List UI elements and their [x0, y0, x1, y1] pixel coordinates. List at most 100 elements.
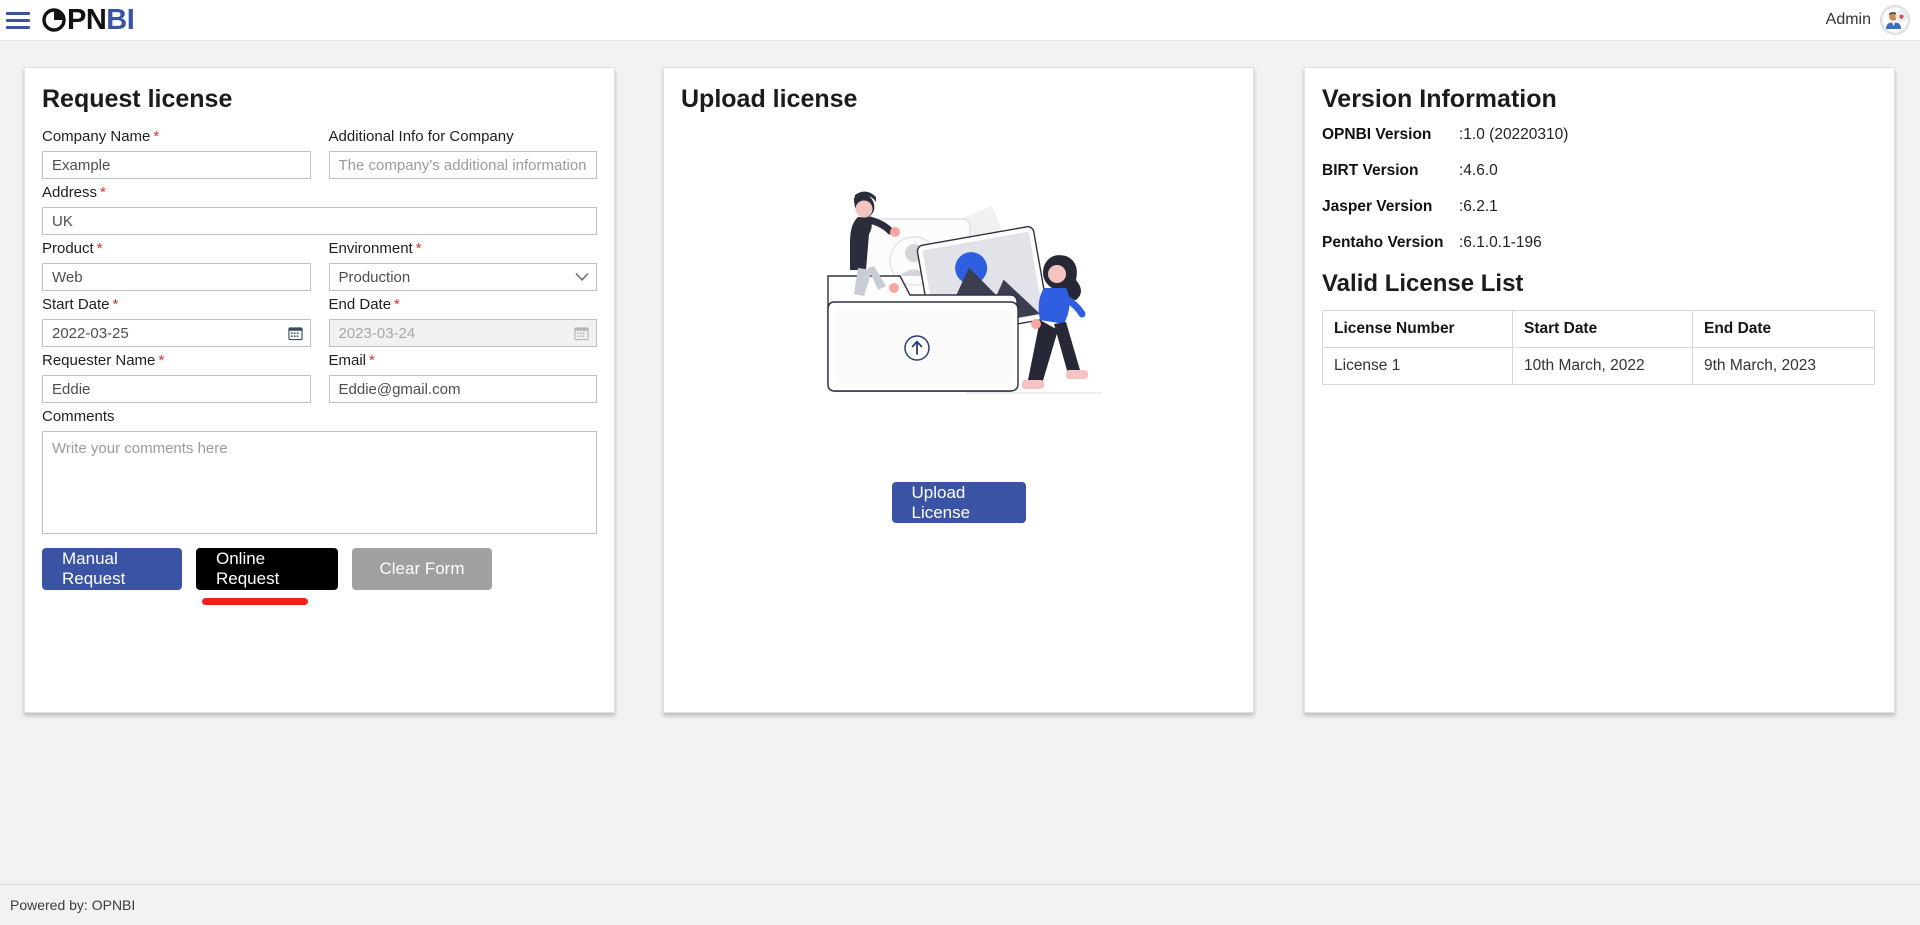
- version-key: Pentaho Version: [1322, 234, 1444, 251]
- hamburger-menu-icon[interactable]: [6, 9, 32, 31]
- field-email: Email * Eddie@gmail.com: [328, 352, 597, 403]
- version-row-jasper: Jasper Version :6.2.1: [1322, 198, 1894, 216]
- file-upload-illustration: [814, 184, 1104, 404]
- hamburger-line: [6, 11, 30, 15]
- top-app-bar: PN BI Admin: [0, 0, 1920, 41]
- required-marker: *: [394, 296, 400, 313]
- form-row-comments: Comments Write your comments here: [42, 408, 597, 534]
- brand-text-dark: PN: [67, 3, 107, 36]
- form-row-dates: Start Date * 2022-03-25 End Date * 2023-…: [42, 296, 597, 347]
- required-marker: *: [153, 128, 160, 145]
- user-menu[interactable]: Admin: [1826, 5, 1910, 35]
- table-row: License 1 10th March, 2022 9th March, 20…: [1322, 347, 1875, 385]
- label-end-date: End Date *: [328, 296, 400, 313]
- hamburger-line: [6, 18, 30, 22]
- input-wrap-environment: Production: [328, 263, 597, 291]
- email-input[interactable]: Eddie@gmail.com: [328, 375, 597, 403]
- upload-license-button[interactable]: Upload License: [891, 482, 1026, 523]
- page-footer: Powered by: OPNBI: [0, 884, 1920, 925]
- form-row-company: Company Name * Example Additional Info fo…: [42, 128, 597, 179]
- input-wrap-end-date: 2023-03-24: [328, 319, 597, 347]
- input-wrap-company-name: Example: [42, 151, 311, 179]
- field-requester-name: Requester Name * Eddie: [42, 352, 311, 403]
- column-header-end-date: End Date: [1692, 310, 1875, 348]
- field-company-name: Company Name * Example: [42, 128, 311, 179]
- valid-license-list-title: Valid License List: [1322, 270, 1524, 297]
- version-row-pentaho: Pentaho Version :6.1.0.1-196: [1322, 234, 1894, 252]
- field-environment: Environment * Production: [328, 240, 597, 291]
- input-wrap-additional-info: The company's additional information: [328, 151, 597, 179]
- end-date-input: 2023-03-24: [328, 319, 597, 347]
- field-product: Product * Web: [42, 240, 311, 291]
- input-wrap-product: Web: [42, 263, 311, 291]
- version-row-birt: BIRT Version :4.6.0: [1322, 162, 1894, 180]
- version-value: :6.1.0.1-196: [1459, 234, 1542, 251]
- field-start-date: Start Date * 2022-03-25: [42, 296, 311, 347]
- version-key: BIRT Version: [1322, 162, 1419, 179]
- address-input[interactable]: UK: [42, 207, 597, 235]
- cell-end-date: 9th March, 2023: [1692, 347, 1875, 385]
- label-product: Product *: [42, 240, 103, 257]
- label-company-name: Company Name *: [42, 128, 160, 145]
- comments-textarea[interactable]: Write your comments here: [42, 431, 597, 534]
- field-end-date: End Date * 2023-03-24: [328, 296, 597, 347]
- company-name-input[interactable]: Example: [42, 151, 311, 179]
- input-wrap-start-date: 2022-03-25: [42, 319, 311, 347]
- request-license-card: Request license Company Name * Example Ad…: [24, 67, 615, 713]
- label-email: Email *: [328, 352, 375, 369]
- cell-license-number: License 1: [1322, 347, 1513, 385]
- required-marker: *: [158, 352, 165, 369]
- clear-form-button[interactable]: Clear Form: [352, 548, 492, 590]
- required-marker: *: [100, 184, 106, 201]
- request-license-form: Company Name * Example Additional Info fo…: [25, 114, 614, 605]
- cell-start-date: 10th March, 2022: [1512, 347, 1693, 385]
- valid-license-table: License Number Start Date End Date Licen…: [1322, 310, 1875, 385]
- version-information-title: Version Information: [1322, 85, 1557, 113]
- product-input[interactable]: Web: [42, 263, 311, 291]
- footer-powered-by-text: Powered by: OPNBI: [10, 897, 136, 913]
- field-address: Address * UK: [42, 184, 597, 235]
- user-avatar-icon[interactable]: [1880, 5, 1910, 35]
- request-form-button-row: Manual Request Online Request Clear Form: [42, 548, 597, 605]
- field-comments: Comments Write your comments here: [42, 408, 597, 534]
- column-header-license-number: License Number: [1322, 310, 1513, 348]
- version-value: :4.6.0: [1459, 162, 1498, 179]
- column-header-start-date: Start Date: [1512, 310, 1693, 348]
- version-value: :6.2.1: [1459, 198, 1498, 215]
- hamburger-line: [6, 25, 30, 29]
- brand-logo[interactable]: PN BI: [42, 3, 135, 36]
- upload-license-card: Upload license Upload License: [663, 67, 1254, 713]
- online-request-button[interactable]: Online Request: [196, 548, 338, 590]
- label-additional-info: Additional Info for Company: [328, 128, 514, 145]
- form-row-requester: Requester Name * Eddie Email * Eddie@gmail…: [42, 352, 597, 403]
- version-row-opnbi: OPNBI Version :1.0 (20220310): [1322, 126, 1894, 144]
- environment-select[interactable]: Production: [328, 263, 597, 291]
- main-content-area: Request license Company Name * Example Ad…: [0, 41, 1920, 884]
- label-comments: Comments: [42, 408, 115, 425]
- request-license-title: Request license: [42, 85, 233, 113]
- start-date-input[interactable]: 2022-03-25: [42, 319, 311, 347]
- table-header-row: License Number Start Date End Date: [1322, 310, 1875, 348]
- version-information-card: Version Information OPNBI Version :1.0 (…: [1304, 67, 1895, 713]
- upload-license-title: Upload license: [681, 85, 858, 113]
- label-address: Address *: [42, 184, 106, 201]
- opnbi-pie-logo-icon: [42, 8, 66, 32]
- field-additional-info: Additional Info for Company The company'…: [328, 128, 597, 179]
- version-key: OPNBI Version: [1322, 126, 1432, 143]
- manual-request-button[interactable]: Manual Request: [42, 548, 182, 590]
- form-row-product-environment: Product * Web Environment * Production: [42, 240, 597, 291]
- requester-name-input[interactable]: Eddie: [42, 375, 311, 403]
- additional-info-input[interactable]: The company's additional information: [328, 151, 597, 179]
- red-annotation-underline: [202, 598, 308, 605]
- admin-label: Admin: [1825, 11, 1871, 28]
- required-marker: *: [112, 296, 119, 313]
- version-list: OPNBI Version :1.0 (20220310) BIRT Versi…: [1322, 126, 1894, 252]
- required-marker: *: [369, 352, 375, 369]
- upload-license-button-wrap: Upload License: [891, 482, 1026, 523]
- label-start-date: Start Date *: [42, 296, 119, 313]
- upload-license-body: Upload License: [664, 114, 1253, 698]
- brand-text-accent: BI: [106, 3, 135, 36]
- form-row-address: Address * UK: [42, 184, 597, 235]
- version-value: :1.0 (20220310): [1459, 126, 1569, 143]
- label-environment: Environment *: [328, 240, 422, 257]
